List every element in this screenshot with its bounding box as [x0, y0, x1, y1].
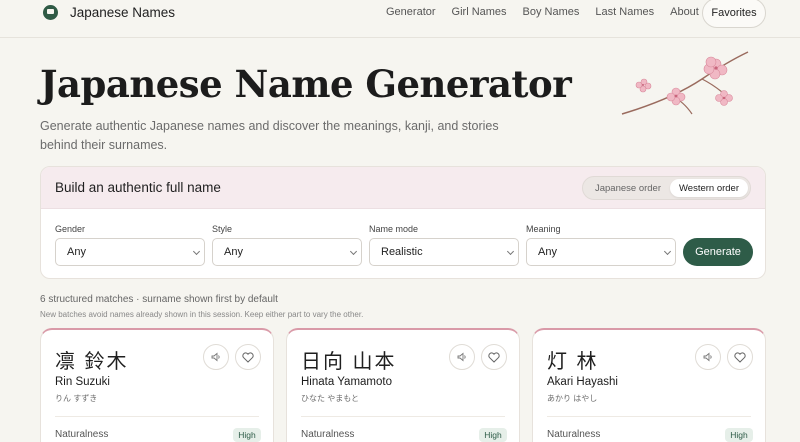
results-summary: 6 structured matches · surname shown fir…: [40, 294, 278, 305]
page-subtitle: Generate authentic Japanese names and di…: [40, 119, 499, 152]
builder-header: Build an authentic full name Japanese or…: [41, 167, 765, 209]
heart-icon[interactable]: [235, 344, 261, 370]
name-mode-label: Name mode: [369, 224, 419, 234]
chevron-down-icon: [506, 247, 515, 256]
favorites-button[interactable]: Favorites: [702, 0, 766, 28]
name-romaji: Akari Hayashi: [547, 376, 618, 388]
brand-name[interactable]: Japanese Names: [70, 5, 175, 20]
gender-label: Gender: [55, 224, 86, 234]
japanese-order-option[interactable]: Japanese order: [587, 179, 669, 197]
chevron-down-icon: [663, 247, 672, 256]
style-label: Style: [212, 224, 233, 234]
nav-link-girl-names[interactable]: Girl Names: [452, 6, 507, 18]
naturalness-label: Naturalness: [55, 429, 109, 440]
name-builder-card: Build an authentic full name Japanese or…: [40, 166, 766, 279]
name-mode-select-value: Realistic: [381, 246, 423, 258]
meaning-select-value: Any: [538, 246, 557, 258]
name-kana: ひなた やまもと: [301, 394, 360, 403]
name-kanji: 日向 山本: [301, 351, 397, 373]
name-kana: りん すずき: [55, 394, 98, 403]
divider: [55, 416, 259, 417]
name-card[interactable]: 凛 鈴木 Rin Suzuki りん すずき Naturalness High: [40, 328, 274, 442]
cherry-blossom-icon: [621, 51, 749, 115]
nav-link-boy-names[interactable]: Boy Names: [523, 6, 580, 18]
name-card[interactable]: 灯 林 Akari Hayashi あかり はやし Naturalness Hi…: [532, 328, 766, 442]
meaning-select[interactable]: Any: [526, 238, 676, 266]
name-romaji: Rin Suzuki: [55, 376, 110, 388]
book-logo-icon[interactable]: [43, 5, 58, 20]
results-note: New batches avoid names already shown in…: [40, 310, 364, 319]
naturalness-badge: High: [233, 428, 261, 442]
nav-links: Generator Girl Names Boy Names Last Name…: [386, 6, 715, 18]
style-select[interactable]: Any: [212, 238, 362, 266]
naturalness-label: Naturalness: [547, 429, 601, 440]
page-title: Japanese Name Generator: [40, 62, 572, 106]
heart-icon[interactable]: [481, 344, 507, 370]
chevron-down-icon: [192, 247, 201, 256]
naturalness-badge: High: [479, 428, 507, 442]
name-mode-select[interactable]: Realistic: [369, 238, 519, 266]
generate-button[interactable]: Generate: [683, 238, 753, 266]
naturalness-label: Naturalness: [301, 429, 355, 440]
gender-select[interactable]: Any: [55, 238, 205, 266]
style-select-value: Any: [224, 246, 243, 258]
western-order-option[interactable]: Western order: [670, 179, 748, 197]
name-romaji: Hinata Yamamoto: [301, 376, 392, 388]
nav-link-about[interactable]: About: [670, 6, 699, 18]
speaker-icon[interactable]: [695, 344, 721, 370]
name-kanji: 灯 林: [547, 351, 599, 373]
name-kana: あかり はやし: [547, 394, 598, 403]
naturalness-badge: High: [725, 428, 753, 442]
name-card[interactable]: 日向 山本 Hinata Yamamoto ひなた やまもと Naturalne…: [286, 328, 520, 442]
divider: [301, 416, 505, 417]
nav-link-last-names[interactable]: Last Names: [595, 6, 654, 18]
meaning-label: Meaning: [526, 224, 561, 234]
top-nav: Japanese Names Generator Girl Names Boy …: [0, 0, 800, 38]
nav-link-generator[interactable]: Generator: [386, 6, 436, 18]
builder-title: Build an authentic full name: [55, 180, 221, 195]
gender-select-value: Any: [67, 246, 86, 258]
name-kanji: 凛 鈴木: [55, 351, 129, 373]
heart-icon[interactable]: [727, 344, 753, 370]
speaker-icon[interactable]: [203, 344, 229, 370]
chevron-down-icon: [349, 247, 358, 256]
divider: [547, 416, 751, 417]
speaker-icon[interactable]: [449, 344, 475, 370]
name-order-toggle: Japanese order Western order: [582, 176, 751, 200]
